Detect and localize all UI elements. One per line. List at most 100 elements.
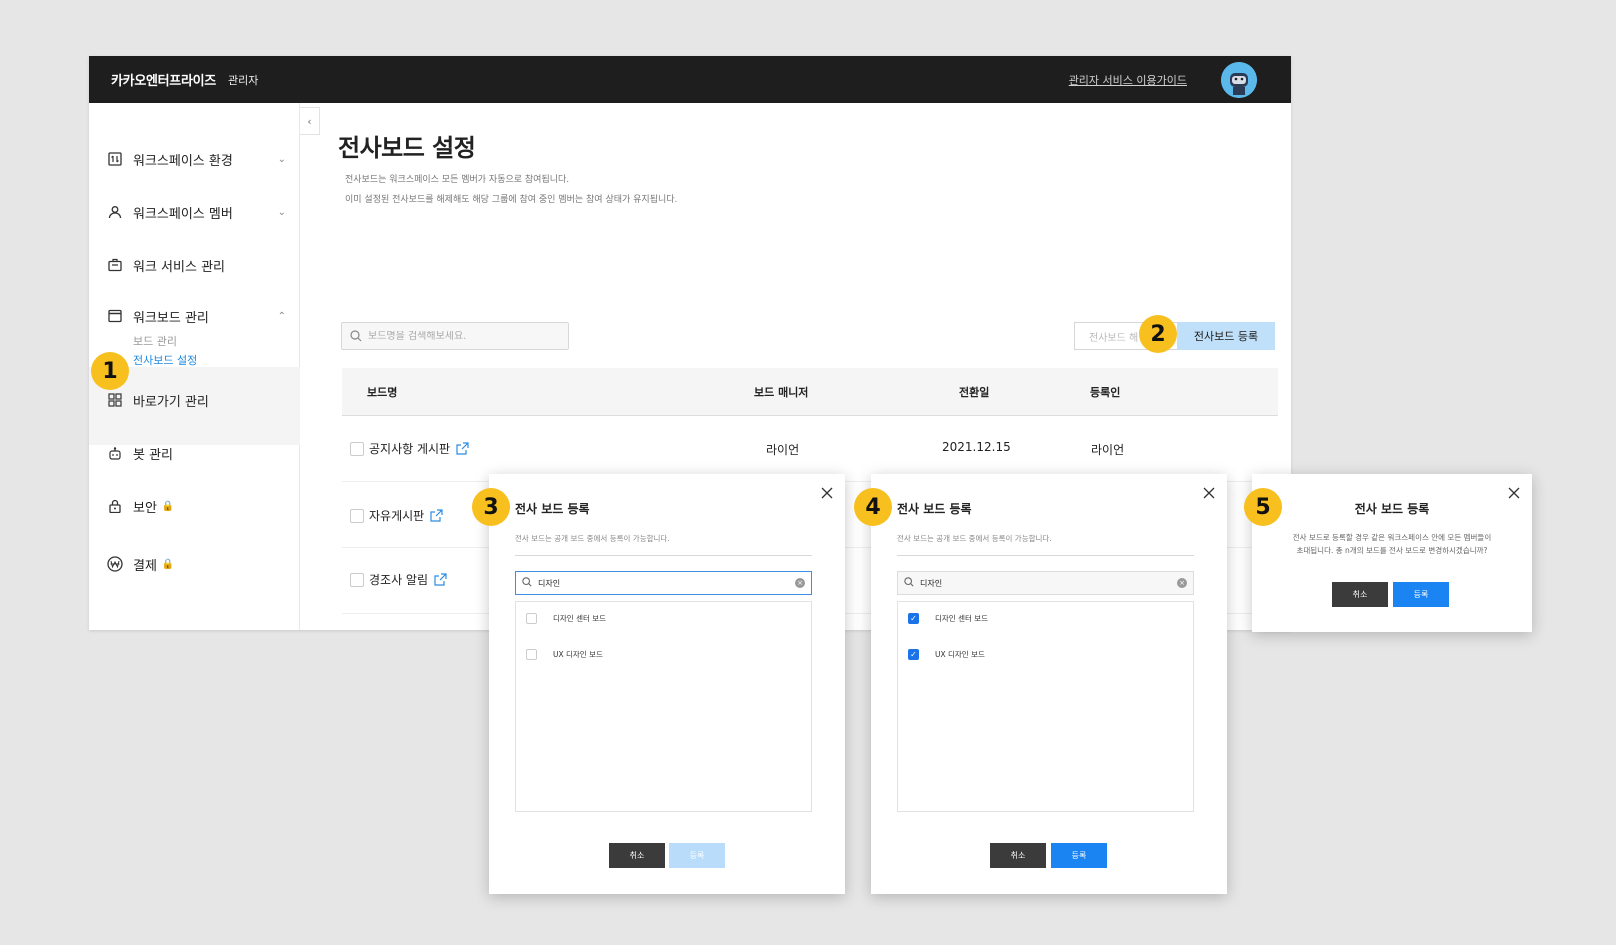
list-item[interactable]: 디자인 센터 보드 <box>526 613 606 624</box>
brand-name: 카카오엔터프라이즈 <box>111 74 216 89</box>
confirm-message-line-2: 초대됩니다. 총 n개의 보드를 전사 보드로 변경하시겠습니까? <box>1296 546 1488 555</box>
chevron-left-icon: ‹ <box>307 114 312 128</box>
sidebar-item-work-service[interactable]: 워크 서비스 관리 <box>106 253 286 277</box>
checkbox-checked[interactable]: ✓ <box>908 613 919 624</box>
register-board-dialog-selected: 전사 보드 등록 전사 보드는 공개 보드 중에서 등록이 가능합니다. 디자인… <box>871 474 1227 894</box>
list-item-label: 디자인 센터 보드 <box>553 614 607 623</box>
external-link-icon[interactable] <box>430 508 444 523</box>
sidebar-item-bot[interactable]: 봇 관리 <box>106 441 286 465</box>
search-input-value[interactable]: 디자인 <box>920 578 942 589</box>
bot-icon <box>106 444 124 462</box>
page-description-1: 전사보드는 워크스페이스 모든 멤버가 자동으로 참여됩니다. <box>345 175 570 185</box>
confirm-message-line-1: 전사 보드로 등록할 경우 같은 워크스페이스 안에 모든 멤버들이 <box>1292 533 1492 542</box>
clear-icon[interactable]: × <box>1177 578 1187 588</box>
external-link-icon[interactable] <box>434 572 448 587</box>
external-link-icon[interactable] <box>456 441 470 456</box>
registrant-cell: 라이언 <box>1091 443 1125 457</box>
board-name-cell: 경조사 알림 <box>369 571 448 588</box>
register-company-board-button[interactable]: 전사보드 등록 <box>1177 322 1275 350</box>
list-item[interactable]: ✓ 디자인 센터 보드 <box>908 613 988 624</box>
dialog-search-field[interactable]: 디자인 × <box>897 571 1194 595</box>
step-badge-5: 5 <box>1244 488 1282 526</box>
cancel-button[interactable]: 취소 <box>990 843 1046 868</box>
list-item[interactable]: ✓ UX 디자인 보드 <box>908 649 985 660</box>
sidebar-subitem-company-board[interactable]: 전사보드 설정 <box>133 352 197 368</box>
brand-subtitle: 관리자 <box>227 73 259 87</box>
sidebar-item-label: 바로가기 관리 <box>133 394 209 410</box>
row-checkbox[interactable] <box>350 509 364 523</box>
close-icon[interactable] <box>1203 484 1217 499</box>
dialog-title: 전사 보드 등록 <box>897 502 972 516</box>
sidebar-item-label: 워크보드 관리 <box>133 310 209 326</box>
board-list: ✓ 디자인 센터 보드 ✓ UX 디자인 보드 <box>897 601 1194 812</box>
column-header-board-name: 보드명 <box>367 386 398 399</box>
checkbox[interactable] <box>526 649 537 660</box>
avatar[interactable] <box>1221 61 1257 98</box>
step-badge-2: 2 <box>1139 315 1177 353</box>
dialog-subtitle: 전사 보드는 공개 보드 중에서 등록이 가능합니다. <box>897 534 1052 543</box>
cancel-button[interactable]: 취소 <box>609 843 665 868</box>
row-checkbox[interactable] <box>350 442 364 456</box>
sidebar-subitem-board-manage[interactable]: 보드 관리 <box>133 333 177 349</box>
dialog-subtitle: 전사 보드는 공개 보드 중에서 등록이 가능합니다. <box>515 534 670 543</box>
user-icon <box>106 203 124 221</box>
search-input-value[interactable]: 디자인 <box>538 578 560 589</box>
clear-icon[interactable]: × <box>795 578 805 588</box>
sidebar-item-label: 워크스페이스 환경 <box>133 153 233 169</box>
column-header-date: 전환일 <box>959 386 990 399</box>
checkbox-checked[interactable]: ✓ <box>908 649 919 660</box>
page-description-2: 이미 설정된 전사보드를 해제해도 해당 그룹에 참여 중인 멤버는 참여 상태… <box>345 195 678 205</box>
register-button[interactable]: 등록 <box>1051 843 1107 868</box>
board-name: 자유게시판 <box>369 509 425 523</box>
register-confirm-dialog: 전사 보드 등록 전사 보드로 등록할 경우 같은 워크스페이스 안에 모든 멤… <box>1252 474 1532 632</box>
padlock-icon: 🔒 <box>161 558 175 570</box>
list-item-label: UX 디자인 보드 <box>935 650 985 659</box>
row-checkbox[interactable] <box>350 573 364 587</box>
board-name: 공지사항 게시판 <box>369 442 451 456</box>
sidebar-item-workboard[interactable]: 워크보드 관리 ⌃ <box>106 304 286 328</box>
board-name: 경조사 알림 <box>369 573 429 587</box>
divider <box>897 555 1194 556</box>
workspace-settings-icon <box>106 150 124 168</box>
search-icon <box>904 577 914 589</box>
sidebar-item-billing[interactable]: 결제 🔒 <box>106 552 286 576</box>
step-badge-1: 1 <box>91 352 129 390</box>
avatar-icon <box>1221 61 1257 98</box>
sidebar-item-security[interactable]: 보안 🔒 <box>106 494 286 518</box>
close-icon[interactable] <box>821 484 835 499</box>
cancel-button[interactable]: 취소 <box>1332 582 1388 607</box>
board-list: 디자인 센터 보드 UX 디자인 보드 <box>515 601 812 812</box>
board-search[interactable] <box>341 322 569 350</box>
dialog-title: 전사 보드 등록 <box>515 502 590 516</box>
top-bar: 카카오엔터프라이즈 관리자 관리자 서비스 이용가이드 <box>89 56 1291 103</box>
checkbox[interactable] <box>526 613 537 624</box>
search-input[interactable] <box>368 330 558 342</box>
search-icon <box>350 327 362 346</box>
grid-icon <box>106 391 124 409</box>
dialog-search-field[interactable]: 디자인 × <box>515 571 812 595</box>
board-icon <box>106 307 124 325</box>
sidebar-collapse-button[interactable]: ‹ <box>300 107 320 135</box>
list-item[interactable]: UX 디자인 보드 <box>526 649 603 660</box>
list-item-label: UX 디자인 보드 <box>553 650 603 659</box>
table-header: 보드명 보드 매니저 전환일 등록인 <box>342 368 1278 416</box>
list-item-label: 디자인 센터 보드 <box>935 614 989 623</box>
register-button[interactable]: 등록 <box>1393 582 1449 607</box>
sidebar-item-workspace-members[interactable]: 워크스페이스 멤버 ⌄ <box>106 200 286 224</box>
search-icon <box>522 577 532 589</box>
register-button[interactable]: 등록 <box>669 843 725 868</box>
padlock-icon: 🔒 <box>161 500 175 512</box>
divider <box>515 555 812 556</box>
admin-guide-link[interactable]: 관리자 서비스 이용가이드 <box>1069 72 1187 88</box>
manager-cell: 라이언 <box>766 443 800 457</box>
board-name-cell: 공지사항 게시판 <box>369 440 470 457</box>
board-name-cell: 자유게시판 <box>369 507 444 524</box>
table-row[interactable]: 공지사항 게시판 라이언 2021.12.15 라이언 <box>342 416 1278 482</box>
chevron-down-icon: ⌄ <box>277 206 286 218</box>
date-cell: 2021.12.15 <box>942 440 1011 454</box>
dialog-title: 전사 보드 등록 <box>1354 502 1430 516</box>
close-icon[interactable] <box>1508 484 1522 499</box>
sidebar-item-shortcuts[interactable]: 바로가기 관리 <box>106 388 286 412</box>
sidebar-item-workspace-settings[interactable]: 워크스페이스 환경 ⌄ <box>106 147 286 171</box>
chevron-up-icon: ⌃ <box>277 310 286 322</box>
